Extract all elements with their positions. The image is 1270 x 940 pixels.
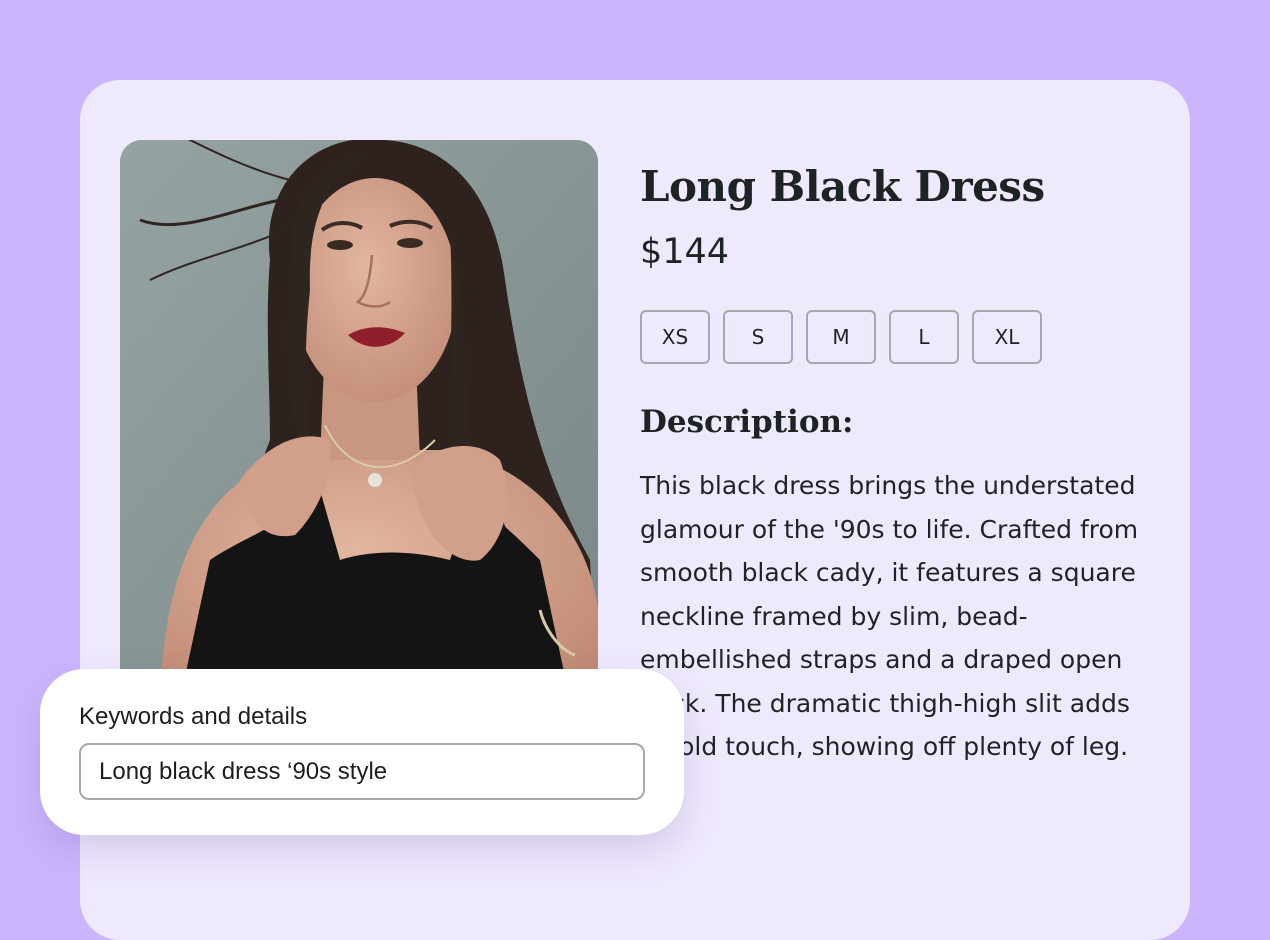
size-option-m[interactable]: M [806, 310, 876, 364]
keywords-label: Keywords and details [79, 703, 308, 730]
product-title: Long Black Dress [640, 162, 1045, 211]
size-option-s[interactable]: S [723, 310, 793, 364]
product-price: $144 [640, 232, 730, 272]
product-photo [120, 140, 598, 700]
size-option-xl[interactable]: XL [972, 310, 1042, 364]
keywords-input[interactable] [79, 743, 645, 800]
size-option-xs[interactable]: XS [640, 310, 710, 364]
size-option-l[interactable]: L [889, 310, 959, 364]
description-text: This black dress brings the understated … [640, 471, 1139, 761]
size-selector: XS S M L XL [640, 310, 1042, 364]
description-heading: Description: [640, 404, 854, 440]
keywords-panel: Keywords and details [40, 669, 684, 835]
